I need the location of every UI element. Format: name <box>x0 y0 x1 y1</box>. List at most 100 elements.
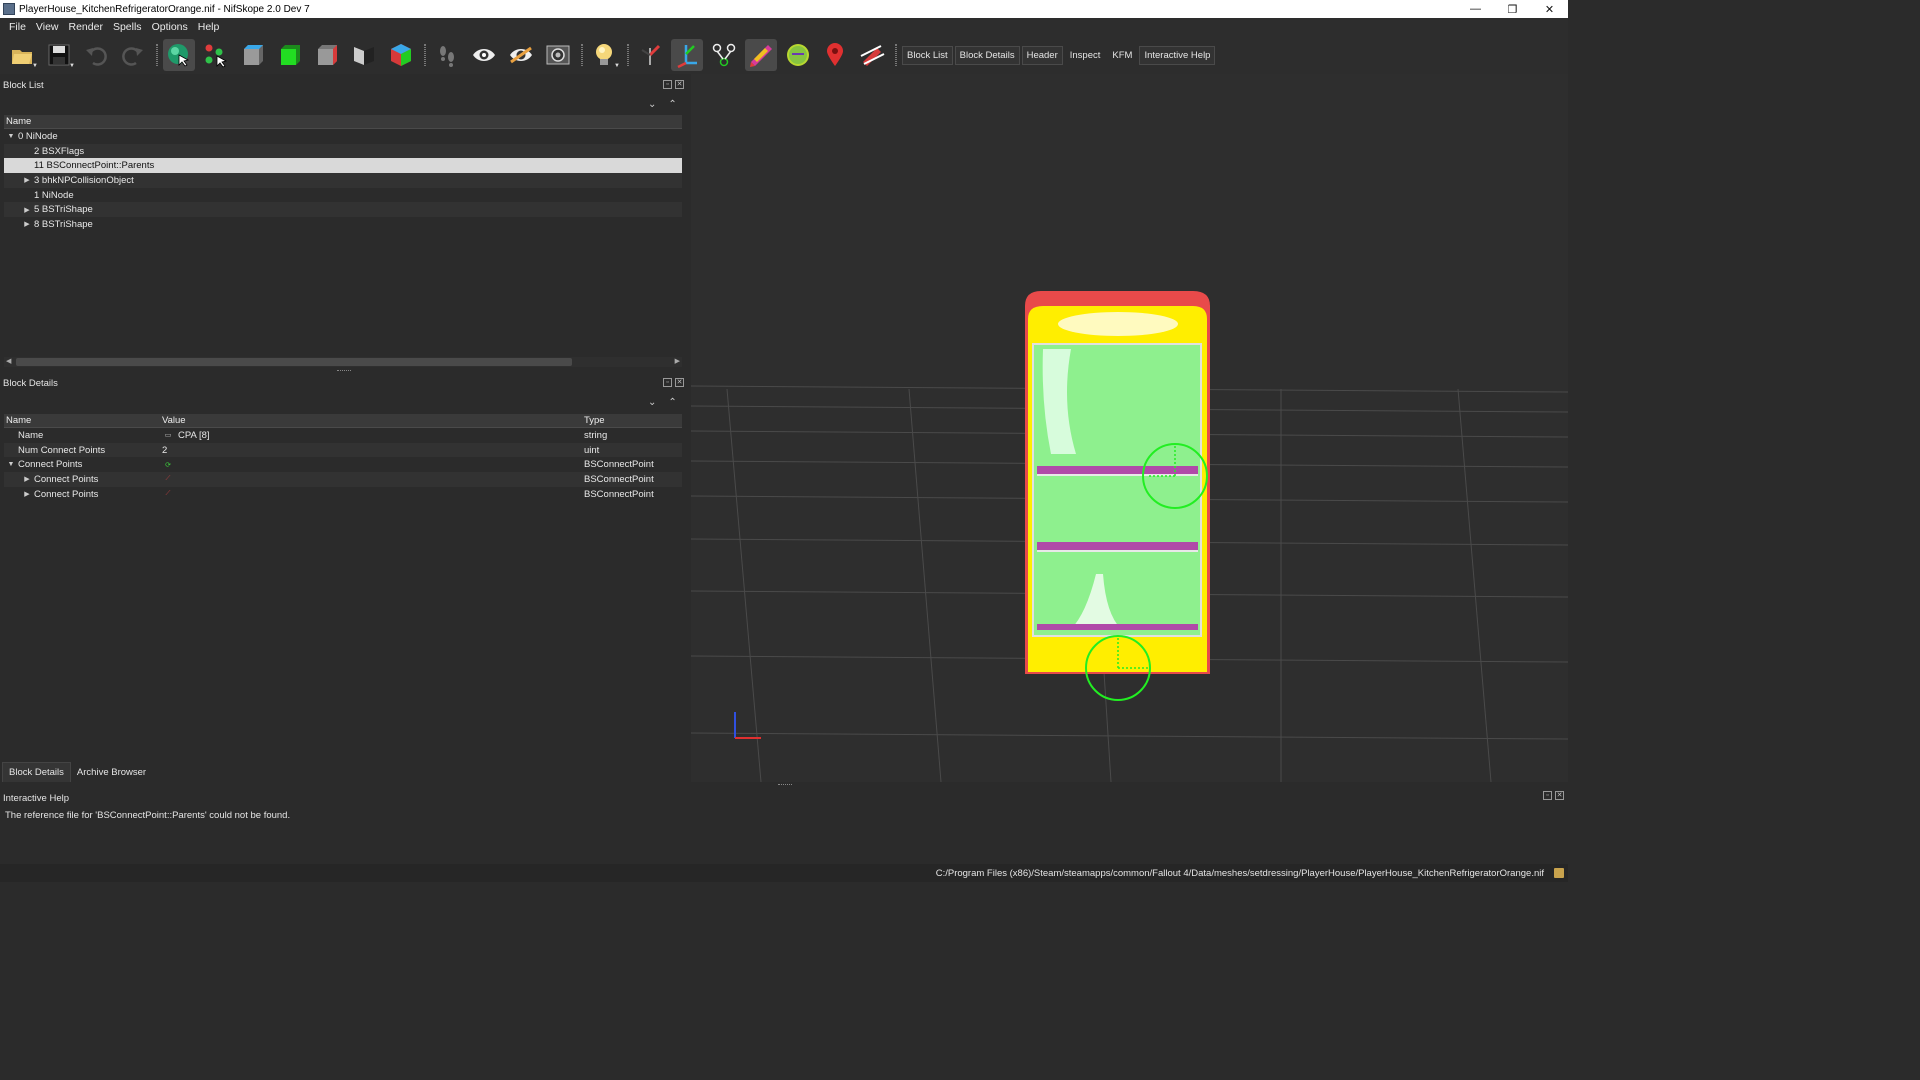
view-front-icon[interactable] <box>237 39 269 71</box>
view-flip-icon[interactable] <box>348 39 380 71</box>
view-side-icon[interactable] <box>311 39 343 71</box>
expand-all-icon[interactable]: ⌃ <box>668 99 676 110</box>
block-list-row[interactable]: ▶ 5 BSTriShape <box>4 202 682 218</box>
draw-constraints-icon[interactable] <box>708 39 740 71</box>
dock-kfm-button[interactable]: KFM <box>1107 46 1137 65</box>
field-value[interactable]: 2 <box>162 445 167 456</box>
close-panel-icon[interactable]: ✕ <box>675 80 684 89</box>
hide-icon[interactable] <box>505 39 537 71</box>
draw-markers-icon[interactable] <box>819 39 851 71</box>
tab-archive-browser[interactable]: Archive Browser <box>71 763 152 782</box>
dock-block-list-button[interactable]: Block List <box>902 45 953 65</box>
save-file-icon[interactable]: ▼ <box>43 39 75 71</box>
collapse-all-icon[interactable]: ⌄ <box>648 397 656 408</box>
field-name: Connect Points <box>18 459 83 471</box>
expand-arrow-icon[interactable]: ▶ <box>20 220 34 228</box>
column-name[interactable]: Name <box>4 415 162 426</box>
block-details-row[interactable]: ▶ Connect Points ⟋ BSConnectPoint <box>4 487 682 502</box>
column-type[interactable]: Type <box>584 415 682 426</box>
dock-header-button[interactable]: Header <box>1021 45 1063 65</box>
view-perspective-icon[interactable] <box>385 39 417 71</box>
toolbar-separator <box>424 44 426 66</box>
field-type: uint <box>584 444 600 456</box>
hide-markers-icon[interactable] <box>856 39 888 71</box>
select-vertex-icon[interactable] <box>200 39 232 71</box>
menu-view[interactable]: View <box>31 21 64 33</box>
block-list-row[interactable]: ▼ 0 NiNode <box>4 129 682 144</box>
open-file-icon[interactable]: ▼ <box>6 39 38 71</box>
draw-bound-icon[interactable] <box>782 39 814 71</box>
block-list-row-label: 5 BSTriShape <box>34 204 93 216</box>
screenshot-icon[interactable] <box>542 39 574 71</box>
nifskope-window: PlayerHouse_KitchenRefrigeratorOrange.ni… <box>0 0 1568 882</box>
expand-all-icon[interactable]: ⌃ <box>668 397 676 408</box>
scroll-left-icon[interactable]: ◀ <box>6 357 11 365</box>
redo-icon[interactable] <box>117 39 149 71</box>
grid-line <box>726 388 762 782</box>
menu-spells[interactable]: Spells <box>108 21 147 33</box>
dock-inspect-button[interactable]: Inspect <box>1065 46 1106 65</box>
block-list-row[interactable]: 1 NiNode <box>4 188 682 203</box>
draw-havok-icon[interactable] <box>745 39 777 71</box>
render-viewport[interactable] <box>691 74 1568 782</box>
scrollbar-thumb[interactable] <box>16 358 572 366</box>
block-list-row[interactable]: 2 BSXFlags <box>4 143 682 159</box>
draw-axes-icon[interactable] <box>634 39 666 71</box>
column-value[interactable]: Value <box>162 415 584 426</box>
menu-options[interactable]: Options <box>147 21 193 33</box>
expand-arrow-icon[interactable]: ▶ <box>20 206 34 214</box>
refrigerator-model[interactable] <box>1025 291 1210 674</box>
menu-file[interactable]: File <box>4 21 31 33</box>
block-list-row[interactable]: ▶ 3 bhkNPCollisionObject <box>4 173 682 188</box>
expand-arrow-icon[interactable]: ▶ <box>20 176 34 184</box>
expand-arrow-icon[interactable]: ▼ <box>4 461 18 468</box>
dock-block-details-button[interactable]: Block Details <box>954 45 1020 65</box>
close-panel-icon[interactable]: ✕ <box>675 378 684 387</box>
expand-arrow-icon[interactable]: ▶ <box>20 475 34 483</box>
undock-icon[interactable]: ▫ <box>1543 791 1552 800</box>
draw-nodes-icon[interactable] <box>671 39 703 71</box>
minimize-button[interactable]: — <box>1457 0 1494 18</box>
block-list-row[interactable]: ▶ 8 BSTriShape <box>4 217 682 232</box>
dock-interactive-help-button[interactable]: Interactive Help <box>1139 45 1216 65</box>
block-details-row[interactable]: Name ▭ CPA [8] string <box>4 428 682 443</box>
undock-icon[interactable]: ▫ <box>663 80 672 89</box>
undock-icon[interactable]: ▫ <box>663 378 672 387</box>
block-list-horizontal-scrollbar[interactable]: ◀ ▶ <box>4 357 682 367</box>
toolbar-separator <box>627 44 629 66</box>
refresh-icon: ⟳ <box>165 461 171 469</box>
block-list-row[interactable]: 11 BSConnectPoint::Parents <box>4 158 682 174</box>
viewport-scene[interactable] <box>691 74 1568 782</box>
interactive-help-message: The reference file for 'BSConnectPoint::… <box>5 810 291 821</box>
close-button[interactable]: ✕ <box>1531 0 1568 18</box>
restore-button[interactable]: ❐ <box>1494 0 1531 18</box>
block-details-row[interactable]: ▶ Connect Points ⟋ BSConnectPoint <box>4 472 682 487</box>
block-list-title: Block List <box>3 79 44 91</box>
block-list-row-label: 1 NiNode <box>34 189 74 201</box>
menu-render[interactable]: Render <box>64 21 108 33</box>
walk-mode-icon[interactable] <box>431 39 463 71</box>
collapse-all-icon[interactable]: ⌄ <box>648 99 656 110</box>
viewport-splitter[interactable] <box>778 784 792 786</box>
field-name: Connect Points <box>34 473 99 485</box>
undo-icon[interactable] <box>80 39 112 71</box>
menu-help[interactable]: Help <box>193 21 225 33</box>
link-icon: ⟋ <box>165 490 171 498</box>
block-list-row-label: 0 NiNode <box>18 130 58 142</box>
expand-arrow-icon[interactable]: ▼ <box>4 133 18 140</box>
expand-arrow-icon[interactable]: ▶ <box>20 490 34 498</box>
light-icon[interactable]: ▼ <box>588 39 620 71</box>
select-object-icon[interactable] <box>163 39 195 71</box>
block-list-column-name[interactable]: Name <box>4 115 682 129</box>
view-top-icon[interactable] <box>274 39 306 71</box>
tab-block-details[interactable]: Block Details <box>2 762 71 782</box>
field-value[interactable]: CPA [8] <box>178 430 210 441</box>
block-details-row[interactable]: ▼ Connect Points ⟳ BSConnectPoint <box>4 457 682 472</box>
show-hidden-icon[interactable] <box>468 39 500 71</box>
panel-splitter[interactable] <box>337 370 351 372</box>
scroll-right-icon[interactable]: ▶ <box>675 357 680 365</box>
block-list-row-label: 2 BSXFlags <box>34 145 85 157</box>
close-panel-icon[interactable]: ✕ <box>1555 791 1564 800</box>
app-icon <box>3 3 15 15</box>
block-details-row[interactable]: Num Connect Points 2 uint <box>4 442 682 458</box>
